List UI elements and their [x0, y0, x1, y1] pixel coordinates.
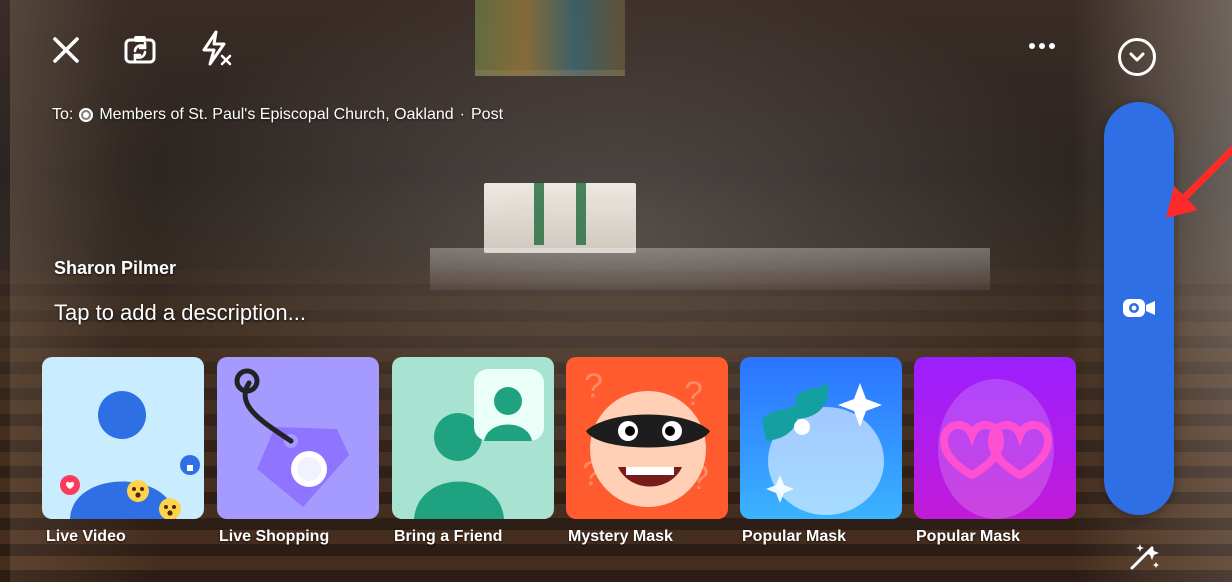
effect-tile-live-video[interactable]	[42, 357, 204, 519]
to-prefix: To:	[52, 106, 74, 123]
mystery-mask-icon: ? ? ? ?	[582, 367, 710, 507]
effect-label: Live Video	[46, 528, 126, 545]
effect-tile-bring-a-friend[interactable]	[392, 357, 554, 519]
close-icon	[53, 37, 79, 63]
effect-tile-popular-mask-1[interactable]	[740, 357, 902, 519]
svg-text:?: ?	[584, 367, 603, 405]
flip-camera-icon	[124, 36, 156, 64]
annotation-arrow	[1166, 145, 1232, 218]
go-live-camera-button[interactable]	[1121, 295, 1157, 321]
flash-toggle-button[interactable]	[194, 28, 234, 68]
separator: ·	[459, 106, 465, 123]
effect-label: Bring a Friend	[394, 528, 503, 545]
description-placeholder[interactable]: Tap to add a description...	[54, 300, 306, 326]
effect-label: Popular Mask	[916, 528, 1021, 545]
close-button[interactable]	[48, 32, 84, 68]
audience-name: Members of St. Paul's Episcopal Church, …	[99, 106, 454, 123]
post-type: Post	[471, 106, 504, 123]
shopping-tag-icon	[234, 368, 349, 507]
effects-button[interactable]	[1126, 540, 1160, 574]
flip-camera-button[interactable]	[120, 30, 160, 70]
background-altar	[484, 183, 636, 253]
video-camera-icon	[1123, 299, 1155, 317]
effect-label: Mystery Mask	[568, 528, 673, 545]
more-icon	[1029, 43, 1055, 49]
effect-label: Popular Mask	[742, 528, 847, 545]
holiday-mask-icon	[762, 381, 884, 515]
magic-wand-icon	[1130, 544, 1159, 570]
effect-label: Live Shopping	[219, 528, 330, 545]
post-audience-line[interactable]: To: Members of St. Paul's Episcopal Chur…	[52, 106, 503, 124]
effect-tile-popular-mask-2[interactable]	[914, 357, 1076, 519]
heart-glasses-mask-icon	[938, 379, 1054, 519]
collapse-button[interactable]	[1118, 38, 1156, 76]
more-options-button[interactable]	[1024, 32, 1060, 60]
bring-a-friend-icon	[414, 369, 544, 519]
effect-tile-live-shopping[interactable]	[217, 357, 379, 519]
background-rail	[430, 248, 990, 290]
audience-icon	[79, 108, 94, 122]
background-stained-glass	[475, 0, 625, 76]
live-camera-screen: To: Members of St. Paul's Episcopal Chur…	[0, 0, 1232, 582]
live-video-illustration-icon	[60, 391, 200, 519]
effects-carousel: ? ? ? ?	[42, 357, 1076, 519]
effect-tile-mystery-mask[interactable]: ? ? ? ?	[566, 357, 728, 519]
user-name: Sharon Pilmer	[54, 258, 177, 278]
chevron-down-icon	[1129, 52, 1145, 62]
flash-off-icon	[202, 30, 232, 66]
effects-labels: Live Video Live Shopping Bring a Friend …	[46, 528, 1106, 552]
